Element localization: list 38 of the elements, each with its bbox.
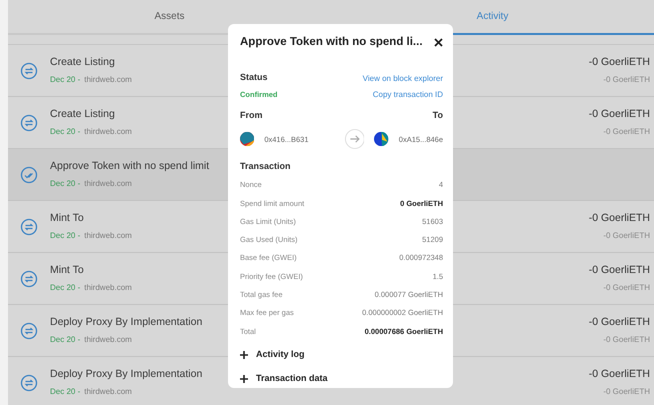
activity-date: Dec 20 - <box>50 230 80 242</box>
activity-date: Dec 20 - <box>50 386 80 398</box>
activity-origin: thirdweb.com <box>84 74 132 86</box>
fiat-amount: -0 GoerliETH <box>602 386 650 398</box>
activity-origin: thirdweb.com <box>84 230 132 242</box>
amount: -0 GoerliETH <box>588 314 650 330</box>
transaction-label: Transaction <box>240 160 292 174</box>
activity-origin: thirdweb.com <box>84 386 132 398</box>
dialog-title: Approve Token with no spend li... <box>240 35 423 50</box>
activity-origin: thirdweb.com <box>84 282 132 294</box>
activity-date: Dec 20 - <box>50 74 80 86</box>
amount: -0 GoerliETH <box>588 106 650 122</box>
activity-title: Create Listing <box>50 108 115 120</box>
fiat-amount: -0 GoerliETH <box>602 334 650 346</box>
fiat-amount: -0 GoerliETH <box>602 126 650 138</box>
activity-title: Mint To <box>50 264 84 276</box>
activity-title: Create Listing <box>50 56 115 68</box>
amount: -0 GoerliETH <box>588 366 650 382</box>
activity-date: Dec 20 - <box>50 334 80 346</box>
activity-date: Dec 20 - <box>50 126 80 138</box>
activity-title: Deploy Proxy By Implementation <box>50 316 202 328</box>
fiat-amount: -0 GoerliETH <box>602 230 650 242</box>
activity-origin: thirdweb.com <box>84 178 132 190</box>
activity-date: Dec 20 - <box>50 282 80 294</box>
status-label: Status <box>240 71 268 84</box>
activity-title: Deploy Proxy By Implementation <box>50 368 202 380</box>
activity-title: Mint To <box>50 212 84 224</box>
activity-origin: thirdweb.com <box>84 126 132 138</box>
amount: -0 GoerliETH <box>588 262 650 278</box>
amount: -0 GoerliETH <box>588 210 650 226</box>
fiat-amount: -0 GoerliETH <box>602 74 650 86</box>
activity-origin: thirdweb.com <box>84 334 132 346</box>
to-label: To <box>432 108 443 122</box>
activity-date: Dec 20 - <box>50 178 80 190</box>
activity-title: Approve Token with no spend limit <box>50 160 210 172</box>
fiat-amount: -0 GoerliETH <box>602 282 650 294</box>
from-label: From <box>240 108 262 122</box>
amount: -0 GoerliETH <box>588 54 650 70</box>
